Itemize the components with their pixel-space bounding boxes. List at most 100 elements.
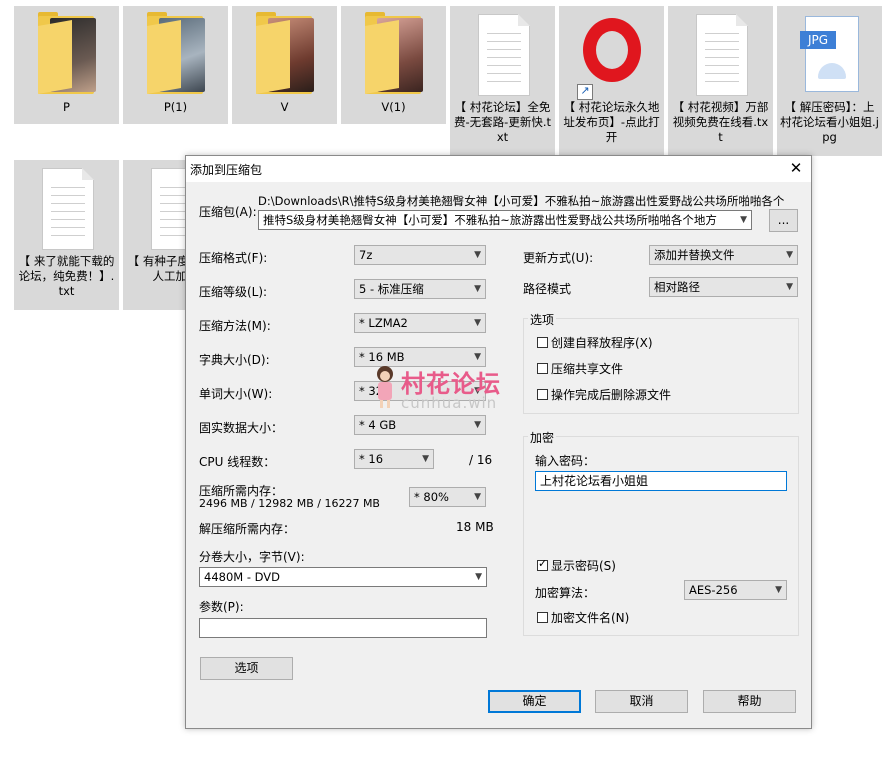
file-name: 【 村花论坛永久地址发布页】-点此打开 — [563, 100, 660, 144]
watermark-url: cunhua.win — [401, 394, 498, 412]
options-group-label: 选项 — [528, 311, 557, 328]
cancel-button[interactable]: 取消 — [595, 690, 688, 713]
word-label: 单词大小(W): — [199, 387, 273, 401]
format-select[interactable]: 7z ▼ — [354, 245, 486, 265]
solid-select[interactable]: * 4 GB ▼ — [354, 415, 486, 435]
watermark: 村花论坛 cunhua.win — [373, 362, 533, 414]
file-tile-jpg[interactable]: JPG 【 解压密码】：上村花论坛看小姐姐.jpg — [777, 6, 882, 156]
method-value: * LZMA2 — [359, 316, 408, 330]
file-name: 【 解压密码】：上村花论坛看小姐姐.jpg — [780, 100, 879, 144]
solid-value: * 4 GB — [359, 418, 397, 432]
archive-label: 压缩包(A): — [199, 205, 257, 219]
folder-icon — [32, 12, 100, 96]
solid-label: 固实数据大小： — [199, 421, 284, 435]
chevron-down-icon: ▼ — [775, 585, 782, 595]
algo-select[interactable]: AES-256 ▼ — [684, 580, 787, 600]
archive-name-combo[interactable]: 推特S级身材美艳翘臀女神【小可爱】不雅私拍~旅游露出性爱野战公共场所啪啪各个地方… — [258, 210, 752, 230]
sfx-checkbox[interactable] — [537, 337, 548, 348]
folder-icon — [141, 12, 209, 96]
text-file-icon — [686, 12, 754, 96]
level-select[interactable]: 5 - 标准压缩 ▼ — [354, 279, 486, 299]
password-input[interactable]: 上村花论坛看小姐姐 — [535, 471, 787, 491]
text-file-icon — [32, 166, 100, 250]
level-value: 5 - 标准压缩 — [359, 282, 424, 296]
chevron-down-icon: ▼ — [475, 572, 482, 582]
chevron-down-icon: ▼ — [786, 250, 793, 260]
file-name: 【 来了就能下载的论坛，纯免费！】.txt — [18, 254, 115, 298]
show-password-checkbox[interactable] — [537, 557, 548, 571]
decomp-label: 解压缩所需内存： — [199, 522, 296, 536]
opera-icon: ↗ — [577, 12, 645, 100]
params-input[interactable] — [199, 618, 487, 638]
help-button[interactable]: 帮助 — [703, 690, 796, 713]
chevron-down-icon: ▼ — [740, 215, 747, 225]
file-tile-folder-v[interactable]: V — [232, 6, 337, 124]
update-value: 添加并替换文件 — [654, 248, 735, 262]
file-tile-folder-v1[interactable]: V(1) — [341, 6, 446, 124]
path-value: 相对路径 — [654, 280, 700, 294]
file-tile-shortcut[interactable]: ↗ 【 村花论坛永久地址发布页】-点此打开 — [559, 6, 664, 156]
mem-percent-select[interactable]: * 80% ▼ — [409, 487, 486, 507]
chevron-down-icon: ▼ — [474, 318, 481, 328]
cpu-value: * 16 — [359, 452, 384, 466]
delete-label: 操作完成后删除源文件 — [551, 388, 672, 402]
volume-label: 分卷大小，字节(V): — [199, 550, 305, 564]
folder-icon — [359, 12, 427, 96]
text-file-icon — [468, 12, 536, 96]
decomp-value: 18 MB — [456, 520, 494, 534]
browse-button[interactable]: ... — [769, 209, 798, 232]
cpu-label: CPU 线程数： — [199, 455, 276, 469]
shortcut-arrow-icon: ↗ — [577, 84, 593, 100]
format-value: 7z — [359, 248, 373, 262]
encrypt-group-label: 加密 — [528, 429, 557, 446]
volume-combo[interactable]: 4480M - DVD ▼ — [199, 567, 487, 587]
mem-detail: 2496 MB / 12982 MB / 16227 MB — [199, 497, 380, 510]
cpu-select[interactable]: * 16 ▼ — [354, 449, 434, 469]
path-label: 路径模式 — [523, 282, 572, 296]
shared-checkbox[interactable] — [537, 363, 548, 374]
dialog-title: 添加到压缩包 — [190, 163, 263, 177]
delete-checkbox[interactable] — [537, 389, 548, 400]
update-label: 更新方式(U): — [523, 251, 594, 265]
file-name: V — [280, 100, 289, 114]
image-file-icon: JPG — [795, 12, 863, 96]
format-label: 压缩格式(F): — [199, 251, 268, 265]
add-to-archive-dialog: 添加到压缩包 ✕ 压缩包(A): D:\Downloads\R\推特S级身材美艳… — [185, 155, 812, 729]
update-select[interactable]: 添加并替换文件 ▼ — [649, 245, 798, 265]
archive-name-value: 推特S级身材美艳翘臀女神【小可爱】不雅私拍~旅游露出性爱野战公共场所啪啪各个地方 — [263, 213, 717, 227]
dict-label: 字典大小(D): — [199, 353, 270, 367]
file-name: 【 村花论坛】全免费-无套路-更新快.txt — [454, 100, 551, 144]
cpu-total: / 16 — [469, 453, 493, 467]
title-bar: 添加到压缩包 ✕ — [186, 156, 811, 182]
close-icon[interactable]: ✕ — [787, 159, 805, 177]
ok-button[interactable]: 确定 — [488, 690, 581, 713]
encrypt-names-checkbox[interactable] — [537, 612, 548, 623]
file-tile-folder-p[interactable]: P — [14, 6, 119, 124]
method-select[interactable]: * LZMA2 ▼ — [354, 313, 486, 333]
girl-mascot-icon — [373, 366, 397, 408]
chevron-down-icon: ▼ — [474, 420, 481, 430]
path-select[interactable]: 相对路径 ▼ — [649, 277, 798, 297]
encrypt-names-label: 加密文件名(N) — [551, 611, 630, 625]
chevron-down-icon: ▼ — [474, 492, 481, 502]
shared-label: 压缩共享文件 — [551, 362, 624, 376]
jpg-badge: JPG — [800, 31, 836, 49]
file-tile-txt-download[interactable]: 【 来了就能下载的论坛，纯免费！】.txt — [14, 160, 119, 310]
file-name: P — [63, 100, 70, 114]
level-label: 压缩等级(L): — [199, 285, 268, 299]
file-name: V(1) — [381, 100, 406, 114]
file-name: P(1) — [163, 100, 188, 114]
password-label: 输入密码： — [535, 454, 596, 468]
volume-value: 4480M - DVD — [204, 570, 281, 584]
chevron-down-icon: ▼ — [474, 250, 481, 260]
method-label: 压缩方法(M): — [199, 319, 271, 333]
params-label: 参数(P): — [199, 600, 244, 614]
file-tile-txt-forum[interactable]: 【 村花论坛】全免费-无套路-更新快.txt — [450, 6, 555, 156]
show-password-label: 显示密码(S) — [551, 559, 616, 573]
options-button[interactable]: 选项 — [200, 657, 293, 680]
mem-percent-value: * 80% — [414, 490, 449, 504]
sfx-label: 创建自释放程序(X) — [551, 336, 653, 350]
file-tile-txt-video[interactable]: 【 村花视频】万部视频免费在线看.txt — [668, 6, 773, 156]
file-tile-folder-p1[interactable]: P(1) — [123, 6, 228, 124]
folder-icon — [250, 12, 318, 96]
